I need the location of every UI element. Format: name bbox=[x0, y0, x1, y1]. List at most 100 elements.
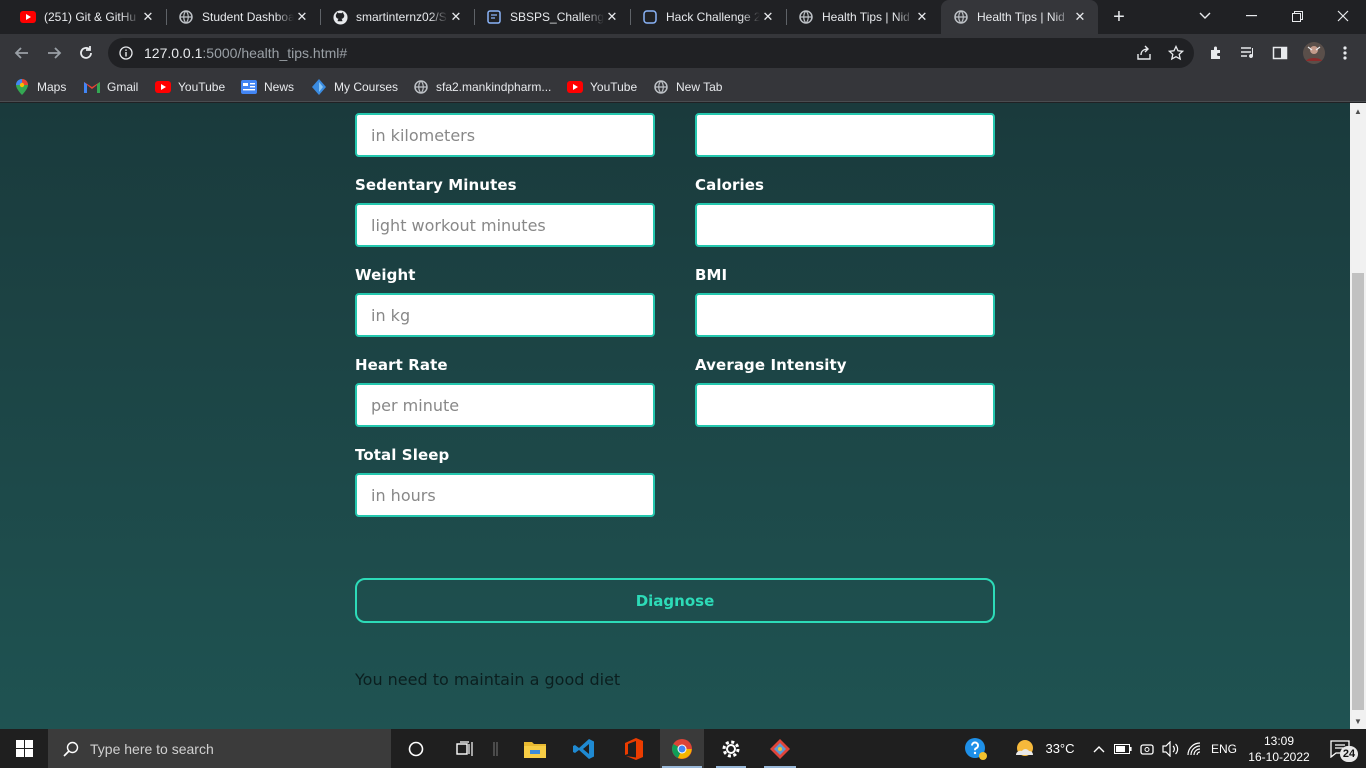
kebab-menu-icon[interactable] bbox=[1335, 43, 1355, 63]
side-panel-icon[interactable] bbox=[1270, 43, 1290, 63]
minimize-button[interactable] bbox=[1228, 0, 1274, 32]
globe-icon bbox=[953, 9, 969, 25]
media-icon[interactable] bbox=[1238, 43, 1258, 63]
weather-button[interactable] bbox=[1012, 729, 1038, 768]
back-button[interactable] bbox=[8, 39, 36, 67]
close-icon[interactable]: ✕ bbox=[294, 9, 310, 25]
info-icon[interactable] bbox=[118, 45, 134, 61]
tab-github[interactable]: smartinternz02/S ✕ bbox=[320, 0, 474, 34]
globe-icon bbox=[798, 9, 814, 25]
chevron-up-icon bbox=[1093, 745, 1105, 752]
bookmark-label: YouTube bbox=[590, 80, 638, 94]
close-icon[interactable]: ✕ bbox=[1072, 9, 1088, 25]
battery-button[interactable] bbox=[1112, 729, 1134, 768]
start-button[interactable] bbox=[0, 729, 48, 768]
scroll-down-arrow-icon[interactable]: ▼ bbox=[1350, 713, 1366, 729]
globe-icon bbox=[653, 79, 669, 95]
search-placeholder: Type here to search bbox=[90, 740, 214, 757]
cortana-button[interactable] bbox=[396, 729, 436, 768]
file-explorer-button[interactable] bbox=[514, 729, 556, 768]
weight-input[interactable] bbox=[355, 293, 655, 337]
page-content: Sedentary Minutes Calories Weight BMI He… bbox=[0, 103, 1350, 729]
avatar[interactable] bbox=[1302, 41, 1326, 65]
close-icon[interactable]: ✕ bbox=[914, 9, 930, 25]
git-gui-button[interactable] bbox=[758, 729, 802, 768]
bookmark-youtube[interactable]: YouTube bbox=[155, 77, 225, 97]
bookmark-sfa2[interactable]: sfa2.mankindpharm... bbox=[413, 77, 551, 97]
close-icon[interactable]: ✕ bbox=[760, 9, 776, 25]
tab-title: Hack Challenge 2 bbox=[666, 10, 760, 24]
tray-overflow-button[interactable] bbox=[1090, 729, 1108, 768]
tab-search-button[interactable] bbox=[1182, 0, 1228, 32]
bookmark-gmail[interactable]: Gmail bbox=[84, 77, 138, 97]
tab-youtube-git[interactable]: (251) Git & GitHu ✕ bbox=[8, 0, 166, 34]
top-right-input[interactable] bbox=[695, 113, 995, 157]
speaker-icon bbox=[1162, 740, 1179, 757]
clock[interactable]: 13:09 16-10-2022 bbox=[1244, 729, 1314, 768]
total-sleep-input[interactable] bbox=[355, 473, 655, 517]
taskbar-search-box[interactable]: Type here to search bbox=[48, 729, 391, 768]
share-icon[interactable] bbox=[1134, 43, 1154, 63]
page-scrollbar[interactable]: ▲ ▼ bbox=[1350, 103, 1366, 729]
tab-hack-challenge[interactable]: Hack Challenge 2 ✕ bbox=[630, 0, 786, 34]
office-button[interactable] bbox=[612, 729, 654, 768]
calories-label: Calories bbox=[695, 176, 765, 194]
new-tab-button[interactable]: + bbox=[1107, 5, 1131, 29]
distance-input[interactable] bbox=[355, 113, 655, 157]
reload-button[interactable] bbox=[72, 39, 100, 67]
address-bar[interactable]: 127.0.0.1:5000/health_tips.html# bbox=[108, 38, 1194, 68]
tab-student-dashboard[interactable]: Student Dashboa ✕ bbox=[166, 0, 320, 34]
bookmark-my-courses[interactable]: My Courses bbox=[311, 77, 398, 97]
tab-title: (251) Git & GitHu bbox=[44, 10, 137, 24]
globe-icon bbox=[413, 79, 429, 95]
volume-button[interactable] bbox=[1160, 729, 1182, 768]
tab-title: Health Tips | Nid bbox=[977, 10, 1065, 24]
settings-button[interactable] bbox=[710, 729, 752, 768]
language-indicator[interactable]: ENG bbox=[1208, 729, 1240, 768]
bookmark-label: New Tab bbox=[676, 80, 723, 94]
bookmark-maps[interactable]: Maps bbox=[14, 77, 66, 97]
task-view-button[interactable] bbox=[444, 729, 484, 768]
office-icon bbox=[625, 737, 643, 760]
restore-icon bbox=[1291, 10, 1303, 22]
news-icon bbox=[241, 79, 257, 95]
url-text[interactable]: 127.0.0.1:5000/health_tips.html# bbox=[144, 45, 347, 61]
bookmark-youtube-2[interactable]: YouTube bbox=[567, 77, 637, 97]
task-view-icon bbox=[456, 740, 473, 756]
help-button[interactable] bbox=[962, 729, 990, 768]
github-icon bbox=[332, 9, 348, 25]
tab-health-tips-active[interactable]: Health Tips | Nid ✕ bbox=[941, 0, 1098, 34]
calories-input[interactable] bbox=[695, 203, 995, 247]
close-icon[interactable]: ✕ bbox=[140, 9, 156, 25]
diagnose-button[interactable]: Diagnose bbox=[355, 578, 995, 623]
restore-button[interactable] bbox=[1274, 0, 1320, 32]
bmi-input[interactable] bbox=[695, 293, 995, 337]
git-gui-icon bbox=[770, 738, 790, 759]
scroll-up-arrow-icon[interactable]: ▲ bbox=[1350, 103, 1366, 119]
bookmark-new-tab[interactable]: New Tab bbox=[653, 77, 722, 97]
close-icon[interactable]: ✕ bbox=[448, 9, 464, 25]
forward-button[interactable] bbox=[40, 39, 68, 67]
bookmark-news[interactable]: News bbox=[241, 77, 294, 97]
chrome-button[interactable] bbox=[660, 729, 704, 768]
meet-now-button[interactable] bbox=[1137, 729, 1157, 768]
heart-rate-input[interactable] bbox=[355, 383, 655, 427]
tab-health-tips[interactable]: Health Tips | Nid ✕ bbox=[786, 0, 940, 34]
tab-strip: (251) Git & GitHu ✕ Student Dashboa ✕ sm… bbox=[0, 0, 1366, 34]
notifications-button[interactable]: 24 bbox=[1318, 729, 1362, 768]
weather-sun-cloud-icon bbox=[1016, 739, 1033, 756]
scrollbar-thumb[interactable] bbox=[1352, 273, 1364, 710]
vscode-button[interactable] bbox=[563, 729, 605, 768]
weather-temp[interactable]: 33°C bbox=[1042, 729, 1078, 768]
close-icon[interactable]: ✕ bbox=[604, 9, 620, 25]
tab-title: Health Tips | Nid bbox=[822, 10, 910, 24]
extensions-icon[interactable] bbox=[1206, 43, 1226, 63]
tab-sbsps-challenge[interactable]: SBSPS_Challenge ✕ bbox=[474, 0, 630, 34]
sedentary-minutes-input[interactable] bbox=[355, 203, 655, 247]
notification-count-badge: 24 bbox=[1340, 746, 1358, 762]
star-icon[interactable] bbox=[1166, 43, 1186, 63]
network-button[interactable] bbox=[1185, 729, 1207, 768]
weight-label: Weight bbox=[355, 266, 416, 284]
average-intensity-input[interactable] bbox=[695, 383, 995, 427]
close-window-button[interactable] bbox=[1320, 0, 1366, 32]
